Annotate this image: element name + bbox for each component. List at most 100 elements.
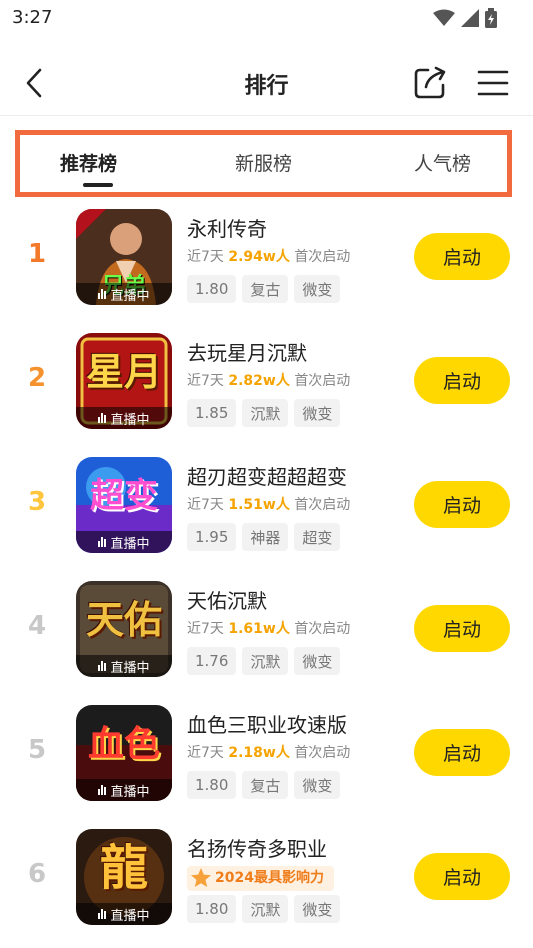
game-name: 名扬传奇多职业 [187, 837, 327, 861]
award-badge: 2024最具影响力 [187, 866, 334, 891]
game-icon[interactable]: 天佑 直播中 [76, 581, 172, 677]
launch-button[interactable]: 启动 [414, 481, 510, 528]
live-bars-icon [98, 537, 107, 547]
top-bar: 排行 [0, 50, 533, 116]
player-count: 1.61w人 [228, 621, 290, 637]
style-tag: 神器 [242, 523, 289, 551]
tab-recommended[interactable]: 推荐榜 [60, 149, 117, 176]
style-tag: 沉默 [242, 895, 289, 923]
live-bars-icon [98, 413, 107, 423]
menu-button[interactable] [476, 67, 510, 99]
wifi-icon [433, 9, 455, 26]
rank-number: 3 [27, 487, 47, 517]
list-item[interactable]: 5 血色 直播中 血色三职业攻速版 近7天 2.18w人 首次启动 1.80 复… [0, 694, 533, 818]
launch-button[interactable]: 启动 [414, 853, 510, 900]
version-tag: 1.76 [187, 647, 237, 675]
style-tag: 微变 [294, 771, 341, 799]
tab-new-servers[interactable]: 新服榜 [235, 149, 292, 176]
play-stats: 近7天 1.61w人 首次启动 [187, 621, 351, 637]
live-label: 直播中 [110, 536, 150, 552]
player-count: 1.51w人 [228, 497, 290, 513]
game-icon[interactable]: 星月 直播中 [76, 333, 172, 429]
launch-button[interactable]: 启动 [414, 729, 510, 776]
rank-number: 4 [27, 611, 47, 641]
live-badge: 直播中 [76, 407, 172, 429]
game-icon-art-text: 天佑 [85, 597, 162, 642]
ranking-tabs: 推荐榜 新服榜 人气榜 [15, 130, 512, 197]
active-tab-indicator [83, 183, 113, 187]
list-item[interactable]: 1 兄弟 直播中 永利传奇 近7天 2.94w人 首次启动 1.80 复古 微变… [0, 198, 533, 322]
game-icon[interactable]: 龍 直播中 [76, 829, 172, 925]
tag-list: 1.85 沉默 微变 [187, 399, 341, 427]
list-item[interactable]: 2 星月 直播中 去玩星月沉默 近7天 2.82w人 首次启动 1.85 沉默 … [0, 322, 533, 446]
style-tag: 微变 [294, 647, 341, 675]
live-bars-icon [98, 785, 107, 795]
rank-number: 6 [27, 859, 47, 889]
award-label: 2024最具影响力 [215, 870, 324, 886]
play-stats: 近7天 1.51w人 首次启动 [187, 497, 351, 513]
live-bars-icon [98, 909, 107, 919]
play-stats: 近7天 2.94w人 首次启动 [187, 249, 351, 265]
live-label: 直播中 [110, 784, 150, 800]
player-count: 2.94w人 [228, 249, 290, 265]
rank-number: 2 [27, 363, 47, 393]
player-count: 2.18w人 [228, 745, 290, 761]
live-badge: 直播中 [76, 903, 172, 925]
list-item[interactable]: 4 天佑 直播中 天佑沉默 近7天 1.61w人 首次启动 1.76 沉默 微变… [0, 570, 533, 694]
launch-button[interactable]: 启动 [414, 605, 510, 652]
tab-popularity[interactable]: 人气榜 [414, 149, 471, 176]
style-tag: 微变 [294, 275, 341, 303]
player-count: 2.82w人 [228, 373, 290, 389]
play-stats: 近7天 2.18w人 首次启动 [187, 745, 351, 761]
star-icon [191, 868, 211, 887]
menu-icon [477, 70, 509, 96]
live-badge: 直播中 [76, 283, 172, 305]
launch-button[interactable]: 启动 [414, 233, 510, 280]
list-item[interactable]: 3 超变 直播中 超刃超变超超超变 近7天 1.51w人 首次启动 1.95 神… [0, 446, 533, 570]
style-tag: 复古 [242, 771, 289, 799]
rank-number: 5 [27, 735, 47, 765]
game-icon-art-text: 星月 [85, 349, 162, 394]
live-bars-icon [98, 289, 107, 299]
live-badge: 直播中 [76, 655, 172, 677]
share-icon [414, 66, 446, 99]
live-bars-icon [98, 661, 107, 671]
tag-list: 1.76 沉默 微变 [187, 647, 341, 675]
status-time: 3:27 [12, 7, 53, 28]
style-tag: 微变 [294, 399, 341, 427]
game-icon[interactable]: 兄弟 直播中 [76, 209, 172, 305]
live-label: 直播中 [110, 288, 150, 304]
game-icon-art-text: 血色 [87, 723, 160, 765]
version-tag: 1.85 [187, 399, 237, 427]
game-icon[interactable]: 血色 直播中 [76, 705, 172, 801]
tag-list: 1.80 复古 微变 [187, 275, 341, 303]
game-icon-art-text: 超变 [90, 476, 158, 516]
style-tag: 复古 [242, 275, 289, 303]
game-name: 永利传奇 [187, 217, 267, 241]
game-icon-art-text: 龍 [99, 840, 148, 896]
launch-button[interactable]: 启动 [414, 357, 510, 404]
game-icon[interactable]: 超变 直播中 [76, 457, 172, 553]
version-tag: 1.80 [187, 275, 237, 303]
tag-list: 1.80 沉默 微变 [187, 895, 341, 923]
game-name: 天佑沉默 [187, 589, 267, 613]
signal-icon [461, 9, 479, 27]
style-tag: 超变 [294, 523, 341, 551]
tag-list: 1.80 复古 微变 [187, 771, 341, 799]
live-badge: 直播中 [76, 531, 172, 553]
version-tag: 1.80 [187, 771, 237, 799]
status-bar: 3:27 [0, 0, 533, 36]
live-label: 直播中 [110, 660, 150, 676]
list-item[interactable]: 6 龍 直播中 名扬传奇多职业 2024最具影响力 1.80 沉默 微变 启动 [0, 818, 533, 942]
live-label: 直播中 [110, 412, 150, 428]
style-tag: 微变 [294, 895, 341, 923]
battery-charging-icon [485, 8, 497, 28]
status-icons [433, 8, 497, 28]
rank-number: 1 [27, 239, 47, 269]
share-button[interactable] [412, 65, 448, 101]
live-label: 直播中 [110, 908, 150, 924]
version-tag: 1.95 [187, 523, 237, 551]
style-tag: 沉默 [242, 399, 289, 427]
style-tag: 沉默 [242, 647, 289, 675]
game-name: 血色三职业攻速版 [187, 713, 347, 737]
